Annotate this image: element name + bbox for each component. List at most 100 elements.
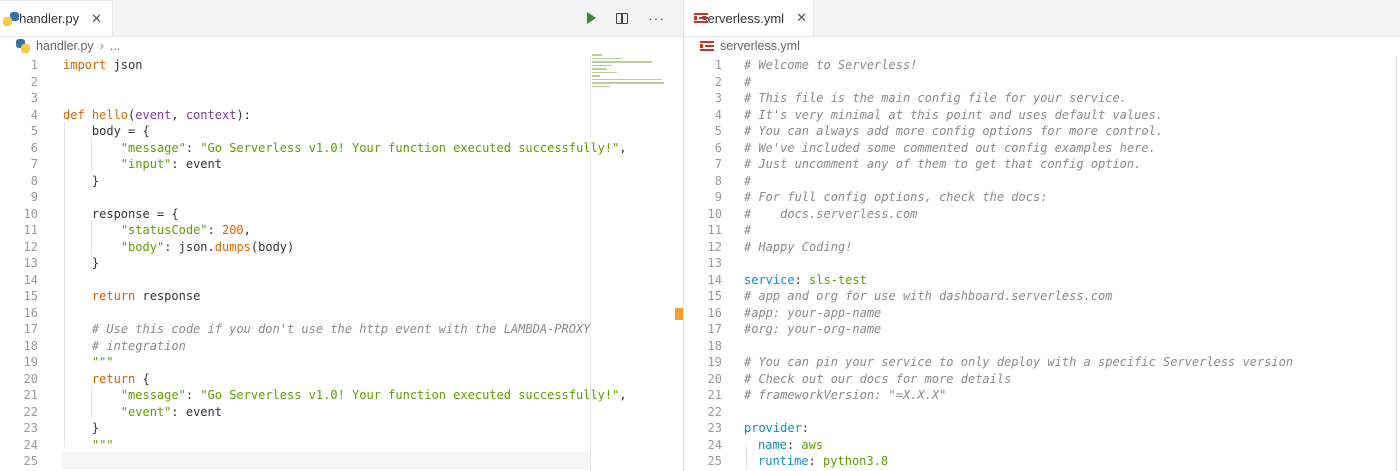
code-token: context xyxy=(185,107,237,122)
code-token: { xyxy=(135,371,150,386)
code-text: import json xyxy=(63,57,142,74)
code-token: body = { xyxy=(91,124,150,138)
code-area[interactable]: 1 # Welcome to Serverless! 2 #3 # This file … xyxy=(684,56,1400,471)
breadcrumb: handler.py › ... xyxy=(0,36,683,56)
code-text: return { xyxy=(92,371,150,388)
code-token: (body) xyxy=(250,239,295,254)
tab-handler-py[interactable]: handler.py ✕ xyxy=(0,0,113,36)
line-number: 11 xyxy=(23,223,38,237)
code-token: import xyxy=(63,58,107,72)
breadcrumb: serverless.yml xyxy=(684,36,1400,56)
code-text: } xyxy=(92,173,99,190)
code-line: 15 return response xyxy=(0,288,590,305)
line-number: 23 xyxy=(23,421,38,435)
yaml-comment: # docs.serverless.com xyxy=(744,206,918,221)
close-tab-icon[interactable]: ✕ xyxy=(796,10,807,26)
run-icon[interactable] xyxy=(587,12,596,24)
split-editor-icon[interactable] xyxy=(616,12,628,24)
code-text: provider: xyxy=(744,420,809,437)
line-number: 4 xyxy=(30,107,38,122)
code-line: 22 "event": event xyxy=(0,404,590,421)
yaml-comment: # For full config options, check the doc… xyxy=(744,190,1048,204)
line-number: 1 xyxy=(714,58,722,72)
line-number: 13 xyxy=(707,256,722,270)
code-text: # Just uncomment any of them to get that… xyxy=(744,156,1141,173)
code-line: 7 # Just uncomment any of them to get tha… xyxy=(684,156,1396,173)
breadcrumb-file[interactable]: handler.py xyxy=(36,39,94,53)
breadcrumb-file[interactable]: serverless.yml xyxy=(720,39,800,53)
code-token: event xyxy=(135,107,172,122)
yaml-comment: # Welcome to Serverless! xyxy=(744,58,918,72)
yaml-value: aws xyxy=(801,437,824,452)
code-text: return response xyxy=(92,288,200,305)
code-line: 13} xyxy=(0,255,590,272)
right-tab-bar: serverless.yml ✕ xyxy=(684,0,1400,37)
line-number: 7 xyxy=(30,157,38,171)
code-text: response = { xyxy=(92,206,179,223)
code-token: : json. xyxy=(164,239,215,254)
line-number: 12 xyxy=(23,239,38,254)
code-token: "input" xyxy=(120,157,172,171)
code-line: 14 xyxy=(0,272,590,289)
line-number: 25 xyxy=(707,454,722,468)
yaml-comment: # This file is the main config file for … xyxy=(744,91,1127,105)
code-token: response = { xyxy=(91,206,179,221)
code-line: 12 # Happy Coding! xyxy=(684,239,1396,256)
code-line: 11 "statusCode": 200, xyxy=(0,222,590,239)
yaml-comment: # You can always add more config options… xyxy=(744,124,1164,138)
more-actions-icon[interactable]: ··· xyxy=(648,10,665,26)
code-text: "message": "Go Serverless v1.0! Your fun… xyxy=(121,387,627,404)
yaml-comment: # You can pin your service to only deplo… xyxy=(744,355,1294,369)
line-number: 22 xyxy=(707,404,722,419)
code-area[interactable]: 1 import json 2 3 4 def hello(event, context)… xyxy=(0,56,683,471)
code-token: "Go Serverless v1.0! Your function execu… xyxy=(200,140,620,155)
scrollbar-marker[interactable] xyxy=(675,308,683,320)
code-token: : event xyxy=(171,157,222,171)
code-line: 8} xyxy=(0,173,590,190)
code-line: 18 # integration xyxy=(0,338,590,355)
code-line: 16 #app: your-app-name xyxy=(684,305,1396,322)
code-token: 200 xyxy=(221,223,244,237)
line-number: 1 xyxy=(30,58,38,72)
close-tab-icon[interactable]: ✕ xyxy=(91,11,102,27)
code-token: response xyxy=(135,289,201,303)
line-number: 25 xyxy=(23,454,38,468)
code-token: "statusCode" xyxy=(120,223,208,237)
minimap[interactable] xyxy=(592,52,672,100)
left-editor-pane: handler.py ✕ ··· handler.py › ... 1 impor… xyxy=(0,0,683,471)
line-number: 14 xyxy=(707,272,722,287)
code-line: 6 # We've included some commented out con… xyxy=(684,140,1396,157)
code-text: "body": json.dumps(body) xyxy=(121,239,294,256)
code-line: 3 xyxy=(0,90,590,107)
code-line: 5 body = { xyxy=(0,123,590,140)
breadcrumb-symbol[interactable]: ... xyxy=(110,39,120,53)
code-text: #app: your-app-name xyxy=(744,305,881,322)
code-text: name: aws xyxy=(758,437,823,454)
code-text: # Use this code if you don't use the htt… xyxy=(92,321,591,338)
code-text: # xyxy=(744,173,751,190)
line-number: 11 xyxy=(707,223,722,237)
line-number: 19 xyxy=(707,355,722,369)
code-line: 4 # It's very minimal at this point and u… xyxy=(684,107,1396,124)
yaml-comment: # It's very minimal at this point and us… xyxy=(744,107,1164,122)
line-number: 18 xyxy=(23,338,38,353)
code-line: 19 """ xyxy=(0,354,590,371)
code-token: , xyxy=(619,388,627,402)
scrollbar[interactable] xyxy=(1396,56,1397,471)
code-token: , xyxy=(619,140,627,155)
code-token: return xyxy=(91,289,136,303)
code-line: 21 "message": "Go Serverless v1.0! Your f… xyxy=(0,387,627,404)
code-token: # integration xyxy=(91,338,186,353)
yaml-comment: #org: your-org-name xyxy=(744,322,882,336)
line-number: 15 xyxy=(707,289,722,303)
code-token: dumps xyxy=(214,239,251,254)
tab-serverless-yml[interactable]: serverless.yml ✕ xyxy=(684,0,814,36)
code-token: return xyxy=(91,371,136,386)
code-line: 23} xyxy=(0,420,590,437)
line-number: 3 xyxy=(714,91,722,105)
line-number: 14 xyxy=(23,272,38,287)
line-number: 2 xyxy=(30,74,38,89)
code-text: #org: your-org-name xyxy=(744,321,881,338)
yaml-comment: # We've included some commented out conf… xyxy=(744,140,1156,155)
code-text: # You can pin your service to only deplo… xyxy=(744,354,1293,371)
